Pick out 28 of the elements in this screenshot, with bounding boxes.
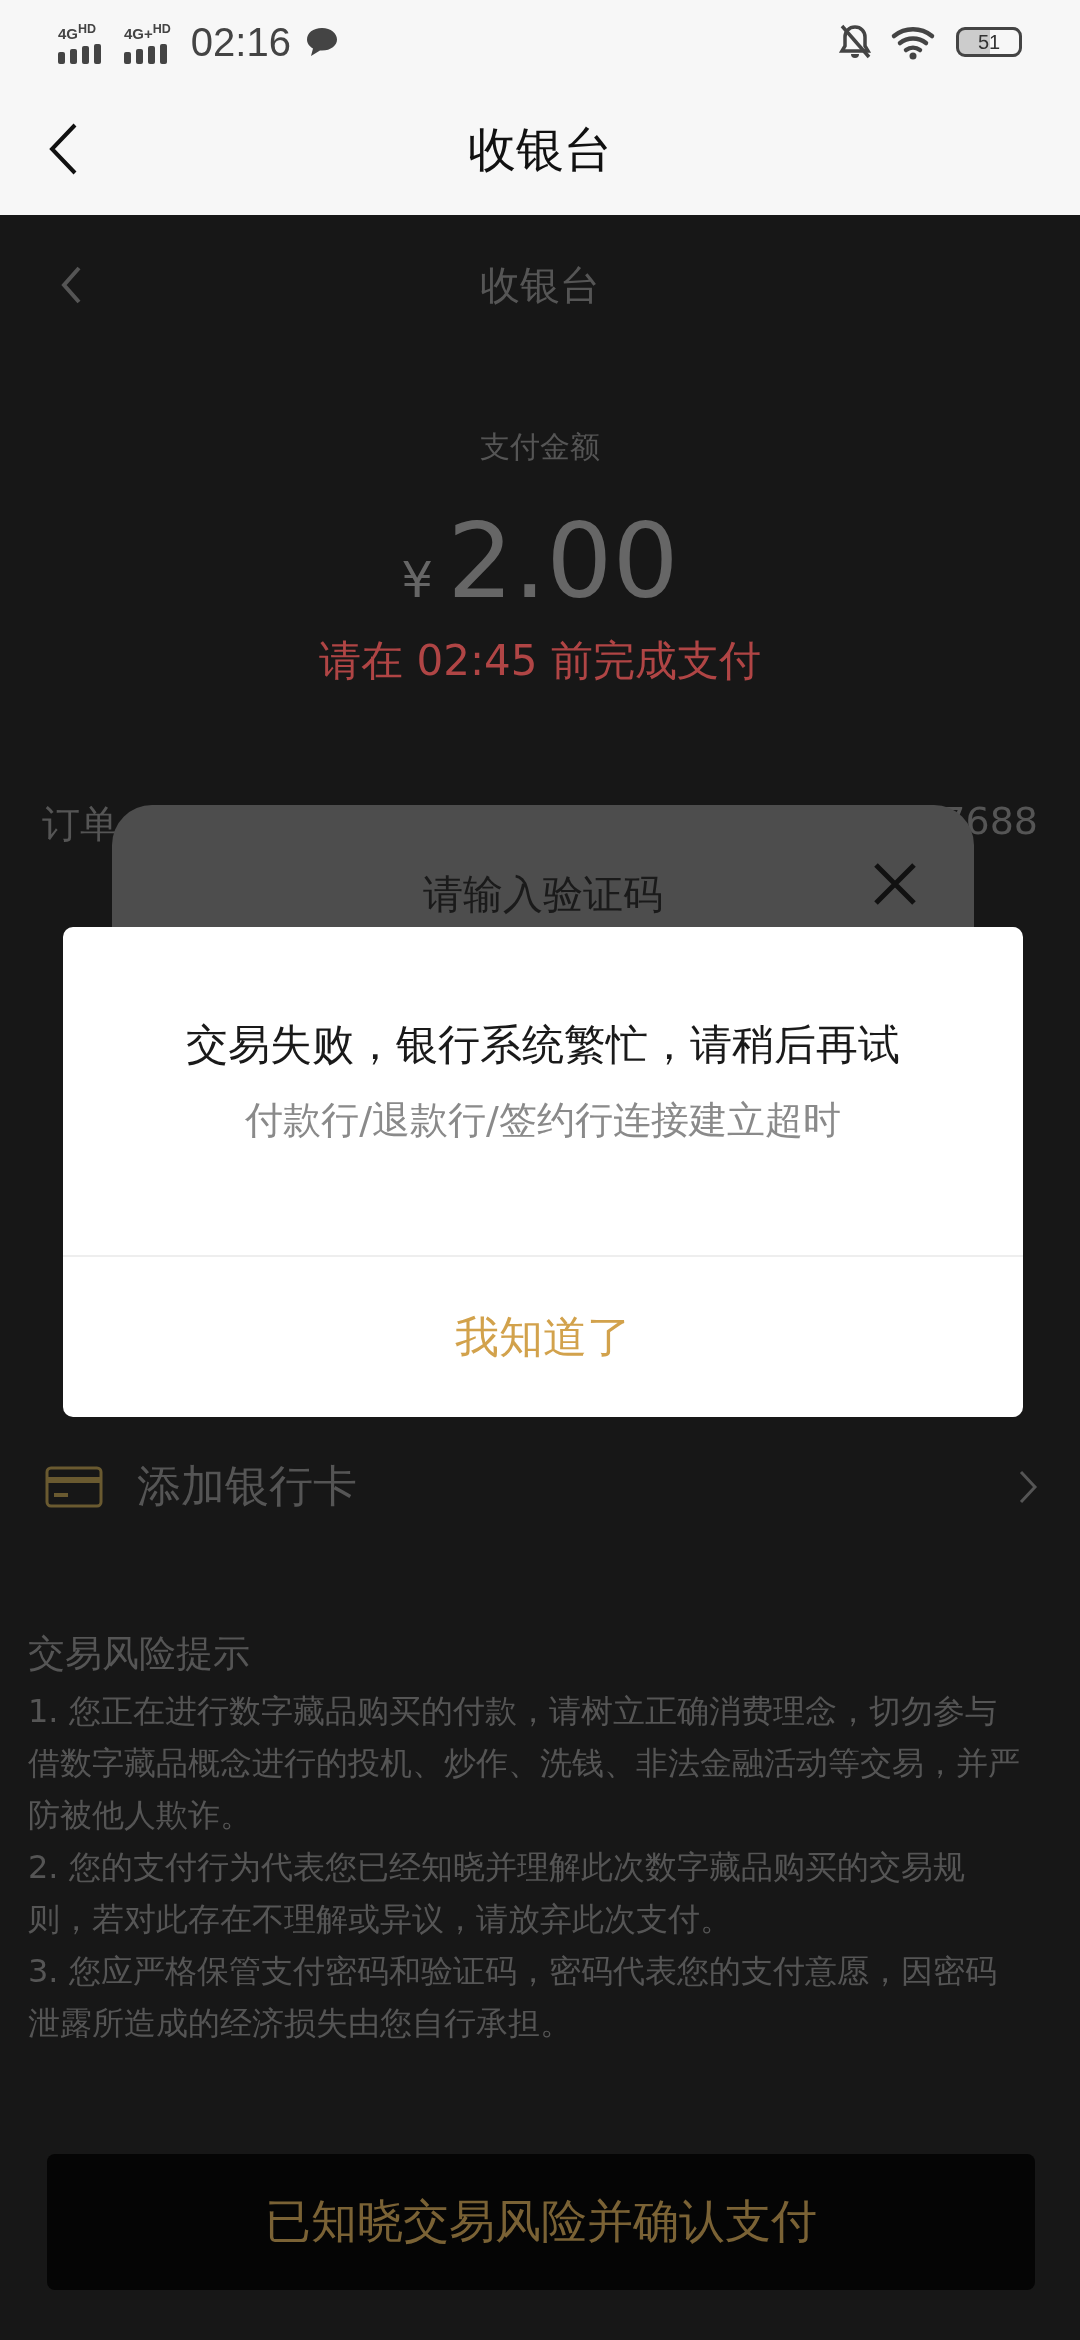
network-label: 4G$^{HD}$ bbox=[58, 20, 97, 42]
payment-amount: 2.00 bbox=[447, 503, 679, 619]
add-bank-card-label[interactable]: 添加银行卡 bbox=[137, 1457, 984, 1516]
amount-label: 支付金额 bbox=[479, 428, 601, 466]
signal-icon bbox=[58, 43, 104, 64]
page-title: 收银台 bbox=[480, 260, 600, 310]
risk-paragraph: 2. 您的支付行为代表您已经知晓并理解此次数字藏品购买的交易规则，若对此存在不理解或异议，请放弃此次支付。 bbox=[28, 1847, 966, 1940]
chevron-right-icon[interactable] bbox=[1018, 1468, 1038, 1505]
bell-muted-icon bbox=[838, 23, 872, 61]
currency-symbol: ¥ bbox=[401, 551, 434, 609]
risk-paragraph: 3. 您应严格保管支付密码和验证码，密码代表您的支付意愿，因密码泄露所造成的经济损失由您自行承担。 bbox=[28, 1951, 998, 2044]
page-title: 收银台 bbox=[468, 119, 612, 179]
confirm-pay-button[interactable]: 已知晓交易风险并确认支付 bbox=[47, 2154, 1035, 2290]
chat-bubble-icon bbox=[304, 26, 339, 58]
alert-message: 付款行/退款行/签约行连接建立超时 bbox=[245, 1097, 841, 1144]
risk-title: 交易风险提示 bbox=[28, 1631, 251, 1677]
battery-icon: 51 bbox=[956, 27, 1022, 57]
status-time: 02:16 bbox=[190, 19, 291, 65]
network-label: 4G+$^{HD}$ bbox=[124, 20, 171, 42]
bank-card-icon bbox=[45, 1465, 103, 1508]
back-icon[interactable] bbox=[48, 122, 78, 176]
risk-paragraph: 1. 您正在进行数字藏品购买的付款，请树立正确消费理念，切勿参与借数字藏品概念进行的投机、炒作、洗钱、非法金融活动等交易，并严防被他人欺诈。 bbox=[28, 1691, 1021, 1836]
ok-button[interactable]: 我知道了 bbox=[63, 1257, 1023, 1417]
order-label: 订单 bbox=[42, 801, 118, 848]
close-icon[interactable] bbox=[872, 861, 918, 907]
alert-title: 交易失败，银行系统繁忙，请稍后再试 bbox=[186, 1019, 900, 1071]
deadline-text: 请在 02:45 前完成支付 bbox=[318, 635, 762, 687]
signal-icon bbox=[124, 43, 170, 64]
